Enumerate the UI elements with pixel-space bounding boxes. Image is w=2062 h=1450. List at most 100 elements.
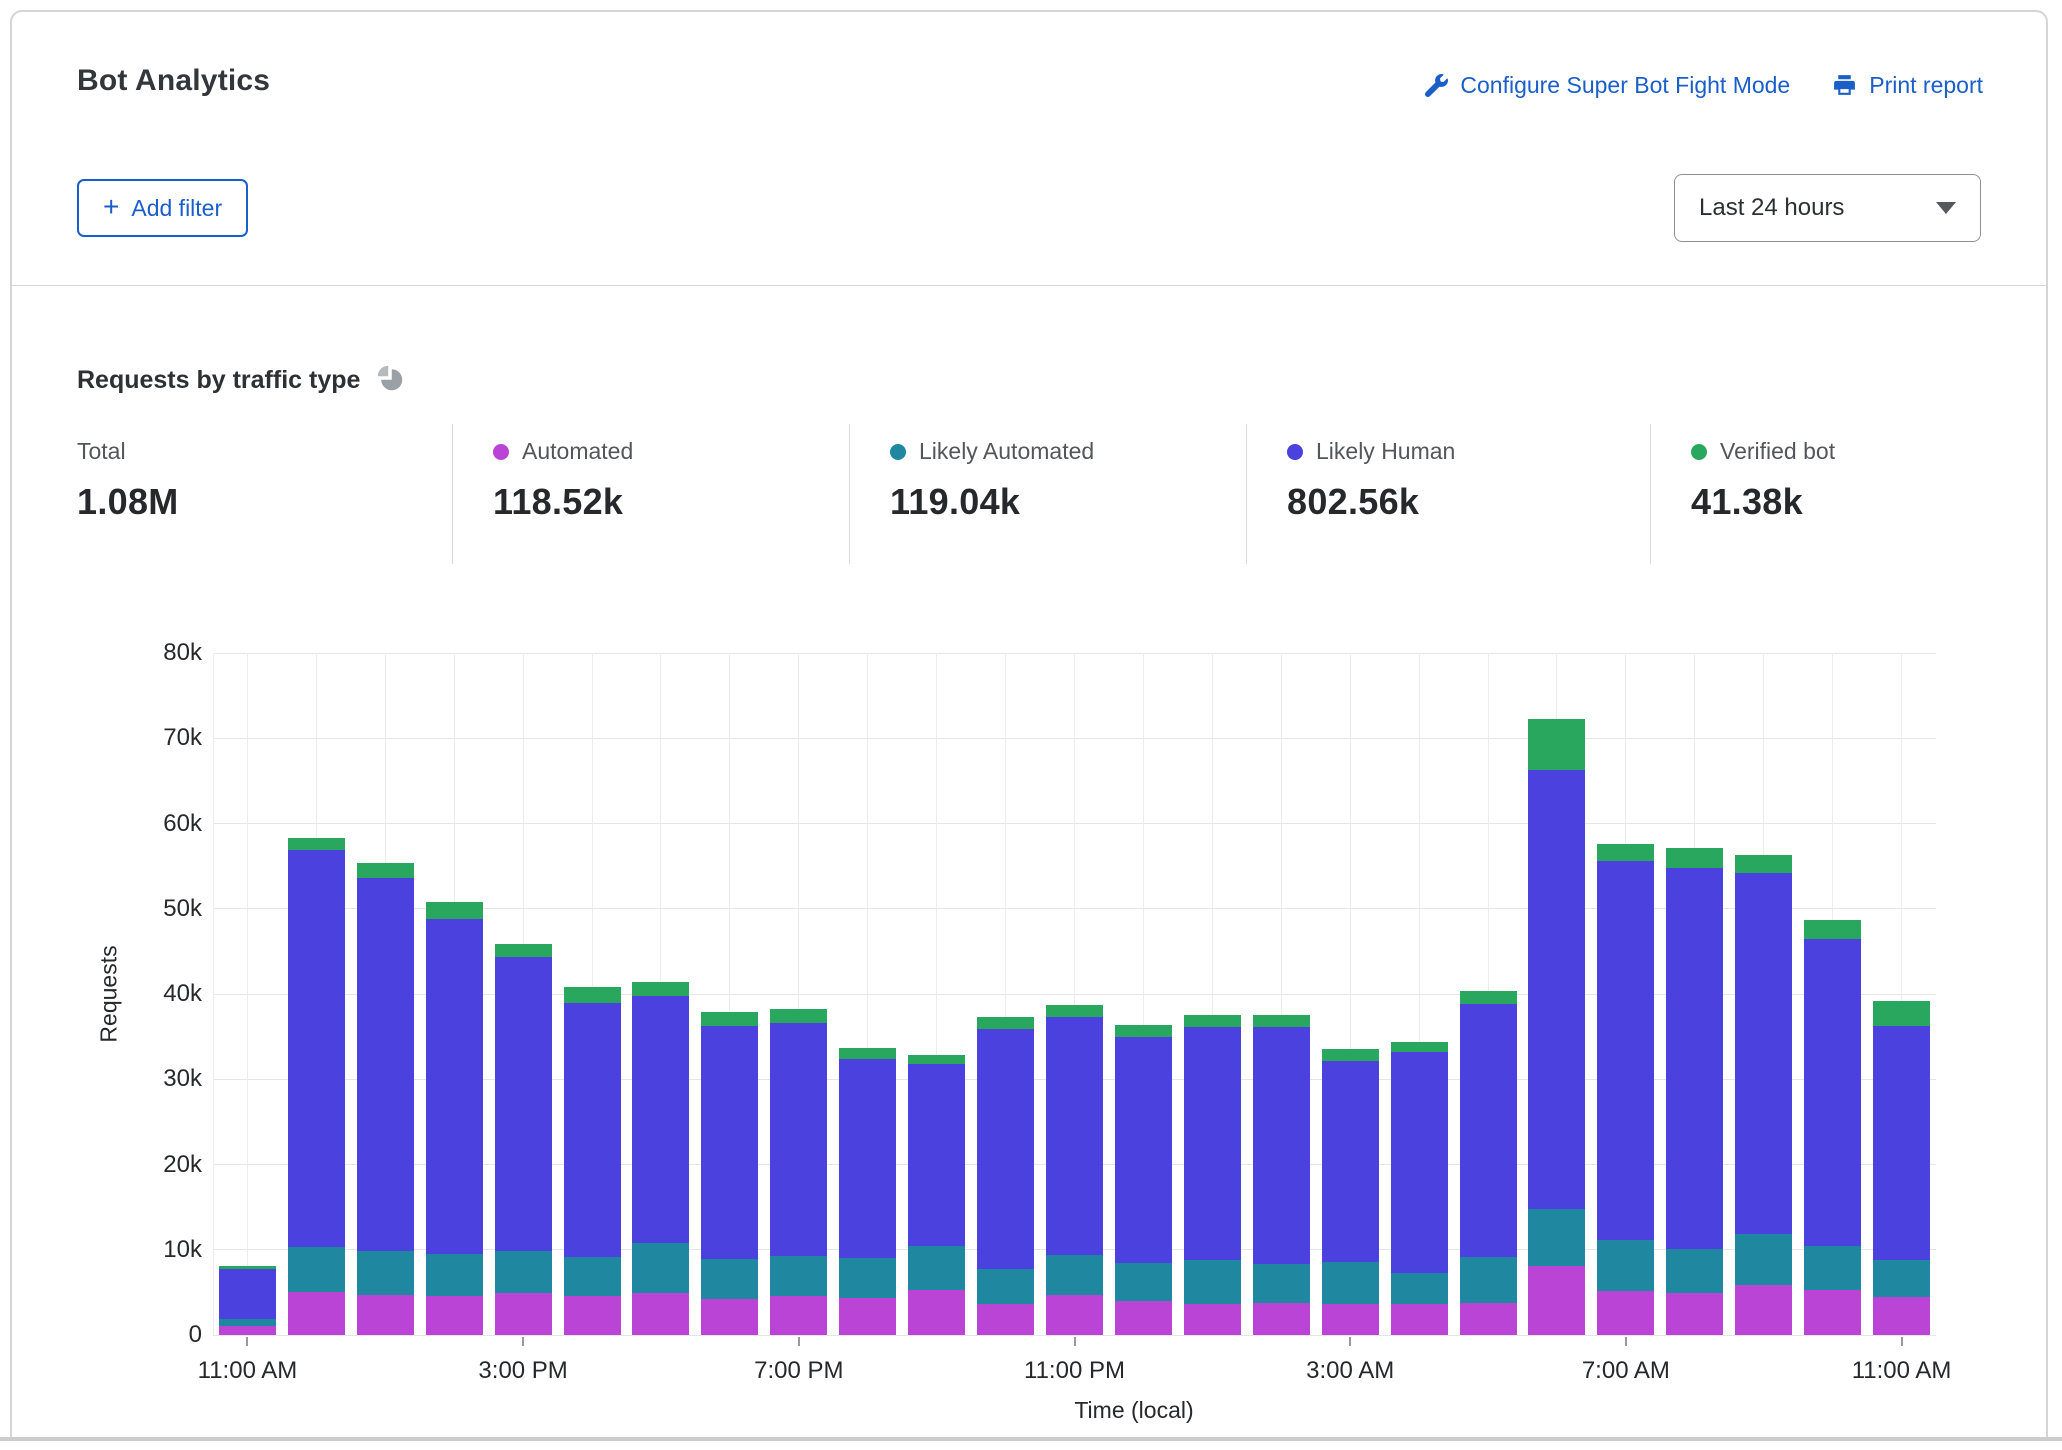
card-bottom-rule	[0, 1437, 2062, 1441]
bar-segment-likely-human	[426, 919, 483, 1254]
bar-segment-likely-human	[1666, 868, 1723, 1249]
x-axis-tick-label: 3:00 PM	[423, 1357, 623, 1385]
bar-segment-verified-bot	[1528, 719, 1585, 770]
stat-label: Total	[77, 438, 126, 465]
bar-stack-100pm	[357, 653, 414, 1335]
x-axis-tick	[1074, 1337, 1076, 1346]
bar-stack-700am	[1597, 653, 1654, 1335]
bar-segment-verified-bot	[564, 987, 621, 1002]
bar-stack-800pm	[839, 653, 896, 1335]
bar-segment-automated	[1666, 1293, 1723, 1335]
stat-tile-likely-human[interactable]: Likely Human 802.56k	[1246, 424, 1650, 564]
bar-segment-automated	[1873, 1297, 1930, 1335]
bar-segment-likely-automated	[288, 1247, 345, 1291]
bar-segment-verified-bot	[839, 1048, 896, 1059]
bar-segment-likely-automated	[357, 1251, 414, 1295]
bar-segment-automated	[701, 1299, 758, 1335]
bar-segment-automated	[564, 1296, 621, 1335]
bar-segment-likely-automated	[1253, 1264, 1310, 1302]
x-axis-tick-label: 7:00 PM	[699, 1357, 899, 1385]
bar-stack-900am	[1735, 653, 1792, 1335]
bar-segment-likely-human	[1253, 1027, 1310, 1264]
add-filter-label: Add filter	[131, 195, 222, 222]
bar-segment-likely-human	[288, 850, 345, 1247]
bar-segment-likely-automated	[1666, 1249, 1723, 1293]
bar-segment-automated	[1804, 1290, 1861, 1335]
bar-segment-likely-automated	[1184, 1260, 1241, 1304]
bar-segment-likely-automated	[908, 1246, 965, 1289]
bar-segment-automated	[1528, 1266, 1585, 1335]
stat-value: 41.38k	[1691, 481, 1991, 523]
stat-tile-verified-bot[interactable]: Verified bot 41.38k	[1650, 424, 1991, 564]
bar-segment-automated	[495, 1293, 552, 1335]
bar-segment-likely-human	[1322, 1061, 1379, 1262]
bar-segment-verified-bot	[426, 902, 483, 919]
configure-link-label: Configure Super Bot Fight Mode	[1460, 72, 1790, 99]
bar-segment-likely-human	[1873, 1026, 1930, 1260]
bar-stack-400am	[1391, 653, 1448, 1335]
bar-segment-likely-automated	[426, 1254, 483, 1296]
bar-stack-200am	[1253, 653, 1310, 1335]
bar-segment-likely-human	[1735, 873, 1792, 1234]
stat-label: Verified bot	[1720, 438, 1835, 465]
legend-dot-verified-bot	[1691, 444, 1707, 460]
bar-segment-likely-automated	[839, 1258, 896, 1298]
bar-segment-verified-bot	[357, 863, 414, 878]
bar-segment-likely-automated	[632, 1243, 689, 1293]
bar-segment-automated	[357, 1295, 414, 1335]
bar-segment-automated	[219, 1326, 276, 1335]
time-range-value: Last 24 hours	[1699, 194, 1844, 222]
bar-segment-likely-human	[770, 1023, 827, 1256]
legend-dot-likely-automated	[890, 444, 906, 460]
bar-segment-likely-automated	[977, 1269, 1034, 1305]
plus-icon: +	[103, 193, 119, 221]
bar-segment-likely-human	[839, 1059, 896, 1258]
stat-tile-likely-automated[interactable]: Likely Automated 119.04k	[849, 424, 1246, 564]
bar-stack-200pm	[426, 653, 483, 1335]
bar-segment-likely-human	[357, 878, 414, 1251]
stat-tile-total[interactable]: Total 1.08M	[77, 424, 452, 564]
stat-value: 1.08M	[77, 481, 452, 523]
bar-segment-automated	[632, 1293, 689, 1335]
bar-segment-verified-bot	[1804, 920, 1861, 939]
bar-stack-1100pm	[1046, 653, 1103, 1335]
time-range-select[interactable]: Last 24 hours	[1674, 174, 1981, 242]
configure-super-bot-fight-mode-link[interactable]: Configure Super Bot Fight Mode	[1425, 72, 1790, 99]
bar-stack-600am	[1528, 653, 1585, 1335]
bar-segment-likely-human	[1528, 770, 1585, 1209]
bar-stack-900pm	[908, 653, 965, 1335]
bar-segment-likely-human	[977, 1029, 1034, 1269]
bar-segment-verified-bot	[219, 1266, 276, 1269]
stat-label: Likely Automated	[919, 438, 1094, 465]
pie-chart-icon	[376, 364, 404, 397]
bar-segment-automated	[770, 1296, 827, 1335]
caret-down-icon	[1936, 202, 1956, 214]
bar-segment-likely-automated	[495, 1251, 552, 1294]
bar-stack-800am	[1666, 653, 1723, 1335]
bar-segment-automated	[839, 1298, 896, 1335]
bar-segment-automated	[1115, 1301, 1172, 1335]
bar-segment-likely-automated	[1115, 1263, 1172, 1301]
x-axis-tick	[522, 1337, 524, 1346]
print-link-label: Print report	[1869, 72, 1983, 99]
bar-segment-likely-automated	[1046, 1255, 1103, 1295]
stat-tile-automated[interactable]: Automated 118.52k	[452, 424, 849, 564]
bar-stack-1100am	[219, 653, 276, 1335]
x-axis-tick	[1625, 1337, 1627, 1346]
bar-stack-600pm	[701, 653, 758, 1335]
bar-segment-automated	[977, 1304, 1034, 1335]
bar-segment-likely-human	[1460, 1004, 1517, 1257]
bar-segment-automated	[1322, 1304, 1379, 1335]
bar-segment-likely-human	[1046, 1017, 1103, 1255]
bar-segment-automated	[908, 1290, 965, 1335]
bar-segment-likely-human	[1804, 939, 1861, 1247]
bar-segment-likely-automated	[564, 1257, 621, 1296]
x-axis-tick-label: 11:00 PM	[975, 1357, 1175, 1385]
bar-stack-400pm	[564, 653, 621, 1335]
bar-segment-likely-human	[495, 957, 552, 1251]
bar-segment-verified-bot	[977, 1017, 1034, 1029]
print-report-link[interactable]: Print report	[1832, 72, 1983, 99]
bar-segment-likely-human	[1597, 861, 1654, 1240]
add-filter-button[interactable]: + Add filter	[77, 179, 248, 237]
bar-segment-likely-human	[632, 996, 689, 1243]
